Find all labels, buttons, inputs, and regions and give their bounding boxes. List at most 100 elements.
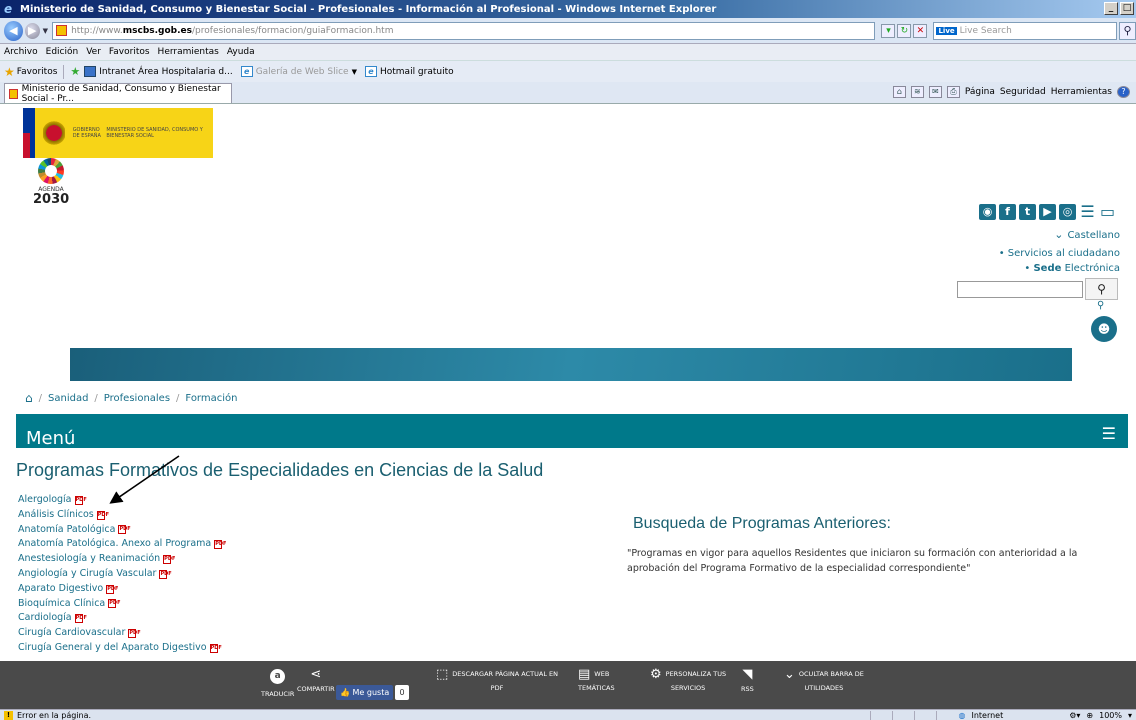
tools-menu[interactable]: Herramientas [1051, 87, 1112, 97]
favorites-button[interactable]: Favoritos [17, 67, 58, 77]
feeds-icon[interactable]: ≋ [910, 86, 924, 98]
security-menu[interactable]: Seguridad [1000, 87, 1046, 97]
list-icon[interactable]: ☰ [1079, 204, 1096, 220]
specialty-link[interactable]: Angiología y Cirugía Vascular [18, 567, 156, 582]
language-selector[interactable]: ⌄ Castellano [1054, 228, 1120, 241]
services-link[interactable]: • Servicios al ciudadano [999, 246, 1120, 261]
favorite-web-slice[interactable]: e Galería de Web Slice ▼ [240, 66, 357, 77]
specialty-link[interactable]: Anestesiología y Reanimación [18, 552, 160, 567]
menu-favoritos[interactable]: Favoritos [109, 47, 150, 57]
web-tematicas-button[interactable]: ▤ WEB TEMÁTICAS [578, 667, 615, 692]
menu-herramientas[interactable]: Herramientas [158, 47, 219, 57]
pdf-icon[interactable]: PDF [159, 569, 172, 579]
favorite-hotmail[interactable]: e Hotmail gratuito [364, 66, 454, 77]
facebook-icon[interactable]: f [999, 204, 1016, 220]
address-dropdown-icon[interactable]: ▾ [881, 23, 896, 38]
pdf-icon[interactable]: PDF [118, 525, 131, 535]
warning-icon[interactable]: ! [4, 710, 13, 720]
download-pdf-button[interactable]: ⬚ DESCARGAR PÁGINA ACTUAL EN PDF [436, 667, 558, 692]
pdf-icon[interactable]: PDF [209, 643, 222, 653]
pdf-icon[interactable]: PDF [108, 599, 120, 609]
minimize-button[interactable]: _ [1104, 2, 1118, 15]
pdf-icon[interactable]: PDF [214, 540, 226, 550]
list-item[interactable]: Angiología y Cirugía Vascular PDF [18, 567, 222, 582]
list-item[interactable]: Anatomía Patológica PDF [18, 523, 222, 538]
refresh-icon[interactable]: ↻ [897, 23, 912, 38]
rss-button[interactable]: ◥ RSS [741, 667, 754, 693]
specialty-link[interactable]: Bioquímica Clínica [18, 597, 105, 612]
print-icon[interactable]: ⎙ [946, 86, 960, 98]
status-message[interactable]: Error en la página. [17, 711, 91, 720]
zoom-level[interactable]: 100% [1099, 711, 1122, 720]
previous-programs-link[interactable]: "Programas en vigor para aquellos Reside… [627, 546, 1119, 576]
list-item[interactable]: Anestesiología y Reanimación PDF [18, 552, 222, 567]
specialty-link[interactable]: Anatomía Patológica. Anexo al Programa [18, 537, 211, 552]
facebook-like-button[interactable]: 👍 Me gusta [336, 685, 394, 700]
specialty-link[interactable]: Aparato Digestivo [18, 582, 103, 597]
site-search-input[interactable] [957, 281, 1083, 298]
menu-ver[interactable]: Ver [86, 47, 101, 57]
list-item[interactable]: Cirugía General y del Aparato Digestivo P… [18, 641, 222, 656]
forward-button[interactable]: ▶ [24, 22, 40, 39]
specialty-link[interactable]: Anatomía Patológica [18, 523, 115, 538]
coat-of-arms-icon [42, 117, 65, 149]
list-item[interactable]: Anatomía Patológica. Anexo al Programa PD… [18, 537, 226, 552]
users-icon[interactable]: ☻ [1091, 316, 1117, 342]
protected-mode-icon[interactable]: ⚙▾ [1069, 711, 1080, 720]
add-favorite-icon[interactable]: ★ [70, 65, 80, 78]
personalize-button[interactable]: ⚙ PERSONALIZA TUS SERVICIOS [650, 667, 726, 692]
breadcrumb-profesionales[interactable]: Profesionales [104, 393, 170, 404]
menu-archivo[interactable]: Archivo [4, 47, 38, 57]
pdf-icon[interactable]: PDF [74, 495, 87, 505]
advanced-search-icon[interactable]: ⚲ [1097, 300, 1104, 311]
menu-edicion[interactable]: Edición [46, 47, 79, 57]
home-icon[interactable]: ⌂ [25, 391, 33, 405]
chevron-down-icon: ▼ [351, 67, 357, 76]
list-item[interactable]: Bioquímica Clínica PDF [18, 597, 222, 612]
help-icon[interactable]: ? [1117, 86, 1130, 98]
twitter-icon[interactable]: t [1019, 204, 1036, 220]
specialty-link[interactable]: Análisis Clínicos [18, 508, 94, 523]
search-icon[interactable]: ⚲ [1119, 21, 1136, 40]
mail-icon[interactable]: ✉ [928, 86, 942, 98]
laptop-icon[interactable]: ▭ [1099, 204, 1116, 220]
agenda-2030-logo[interactable]: AGENDA 2030 [33, 158, 69, 206]
pdf-icon[interactable]: PDF [163, 555, 175, 565]
instagram-icon[interactable]: ◎ [1059, 204, 1076, 220]
list-item[interactable]: Aparato Digestivo PDF [18, 582, 222, 597]
translate-button[interactable]: a TRADUCIR [261, 667, 294, 698]
list-item[interactable]: Cardiología PDF [18, 611, 222, 626]
pdf-icon[interactable]: PDF [106, 584, 118, 594]
list-item[interactable]: Cirugía Cardiovascular PDF [18, 626, 222, 641]
pdf-icon[interactable]: PDF [96, 510, 109, 520]
stop-icon[interactable]: ✕ [913, 23, 928, 38]
specialty-link[interactable]: Cardiología [18, 611, 72, 626]
address-bar[interactable]: http://www. mscbs.gob.es/profesionales/fo… [52, 21, 876, 40]
hide-toolbar-button[interactable]: ⌄ OCULTAR BARRA DE UTILIDADES [784, 667, 864, 692]
government-logo[interactable]: GOBIERNO DE ESPAÑA MINISTERIO DE SANIDAD… [23, 108, 213, 158]
hamburger-menu-icon[interactable]: ☰ [1102, 424, 1116, 443]
specialty-link[interactable]: Cirugía Cardiovascular [18, 626, 125, 641]
back-button[interactable]: ◀ [4, 20, 23, 41]
history-dropdown-icon[interactable]: ▼ [43, 27, 48, 35]
menu-ayuda[interactable]: Ayuda [227, 47, 255, 57]
specialty-link[interactable]: Cirugía General y del Aparato Digestivo [18, 641, 207, 656]
favorite-intranet[interactable]: Intranet Área Hospitalaria d... [84, 66, 233, 77]
breadcrumb-formacion[interactable]: Formación [185, 393, 237, 404]
live-search-input[interactable]: Live Live Search [933, 21, 1118, 40]
rss-icon[interactable]: ◉ [979, 204, 996, 220]
breadcrumb-sanidad[interactable]: Sanidad [48, 393, 88, 404]
site-search-button[interactable]: ⚲ [1085, 278, 1118, 300]
pdf-icon[interactable]: PDF [128, 629, 141, 639]
zoom-dropdown-icon[interactable]: ▾ [1128, 711, 1132, 720]
browser-tab[interactable]: Ministerio de Sanidad, Consumo y Bienest… [4, 83, 232, 104]
home-icon[interactable]: ⌂ [892, 86, 906, 98]
youtube-icon[interactable]: ▶ [1039, 204, 1056, 220]
page-menu[interactable]: Página [965, 87, 995, 97]
sede-link[interactable]: • Sede Electrónica [999, 261, 1120, 276]
maximize-button[interactable]: □ [1120, 2, 1134, 15]
share-button[interactable]: ⋖ COMPARTIR [297, 667, 335, 693]
main-menu-bar[interactable]: Menú ☰ [16, 414, 1128, 449]
specialty-link[interactable]: Alergología [18, 493, 72, 508]
pdf-icon[interactable]: PDF [74, 614, 87, 624]
